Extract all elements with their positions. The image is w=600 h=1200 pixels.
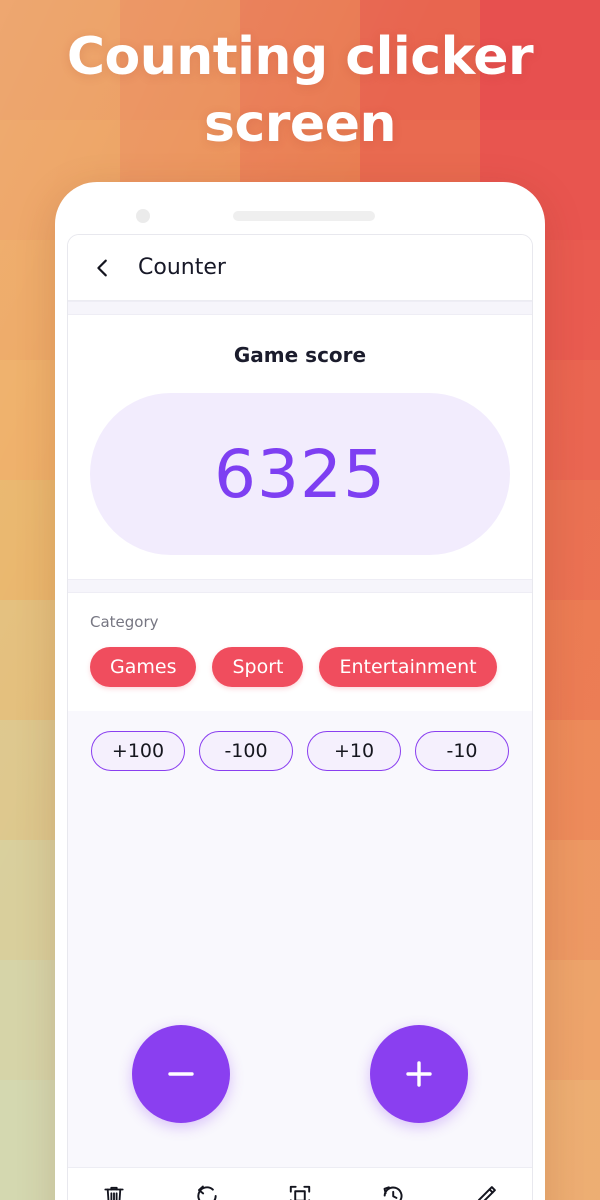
section-divider-middle (68, 579, 532, 593)
score-value: 6325 (214, 435, 386, 513)
category-chip-games[interactable]: Games (90, 647, 197, 687)
promo-stage: Counting clicker screen Counter Game sco… (0, 0, 600, 1200)
fullscreen-icon (287, 1183, 313, 1200)
big-action-row (88, 1025, 512, 1123)
increment-button[interactable] (370, 1025, 468, 1123)
decrement-button[interactable] (132, 1025, 230, 1123)
category-chip-entertainment[interactable]: Entertainment (319, 647, 497, 687)
nav-item-edit[interactable]: Edit (439, 1183, 532, 1200)
pencil-icon (473, 1183, 499, 1200)
page-title: Counting clicker screen (66, 27, 534, 154)
category-chip-list: Games Sport Entertainment (90, 647, 510, 687)
step-button-minus-100[interactable]: -100 (199, 731, 293, 771)
score-section: Game score 6325 (68, 315, 532, 579)
phone-mockup: Counter Game score 6325 Category Games S… (55, 182, 545, 1200)
quick-step-row: +100 -100 +10 -10 (88, 731, 512, 771)
app-bar-title: Counter (138, 255, 226, 280)
trash-icon (101, 1183, 127, 1200)
score-pill[interactable]: 6325 (90, 393, 510, 555)
app-bar: Counter (68, 235, 532, 301)
counter-body: +100 -100 +10 -10 (68, 711, 532, 1167)
app-screen: Counter Game score 6325 Category Games S… (67, 234, 533, 1200)
step-button-plus-10[interactable]: +10 (307, 731, 401, 771)
category-label: Category (90, 613, 159, 631)
camera-dot-icon (136, 209, 150, 223)
category-section: Category Games Sport Entertainment (68, 593, 532, 711)
nav-item-delete[interactable]: Delete (68, 1183, 161, 1200)
nav-item-statistics[interactable]: Statistics (346, 1183, 439, 1200)
step-button-minus-10[interactable]: -10 (415, 731, 509, 771)
section-divider-top (68, 301, 532, 315)
nav-item-reset[interactable]: Reset (161, 1183, 254, 1200)
phone-notch (55, 204, 545, 228)
category-chip-sport[interactable]: Sport (212, 647, 304, 687)
bottom-nav: Delete Reset (68, 1167, 532, 1200)
clock-history-icon (380, 1183, 406, 1200)
step-button-plus-100[interactable]: +100 (91, 731, 185, 771)
minus-icon (159, 1052, 203, 1096)
plus-icon (397, 1052, 441, 1096)
chevron-left-icon[interactable] (90, 255, 116, 281)
speaker-bar-icon (233, 211, 375, 221)
refresh-icon (194, 1183, 220, 1200)
nav-item-full-screen[interactable]: Full Screen (254, 1183, 347, 1200)
score-label: Game score (233, 343, 367, 367)
